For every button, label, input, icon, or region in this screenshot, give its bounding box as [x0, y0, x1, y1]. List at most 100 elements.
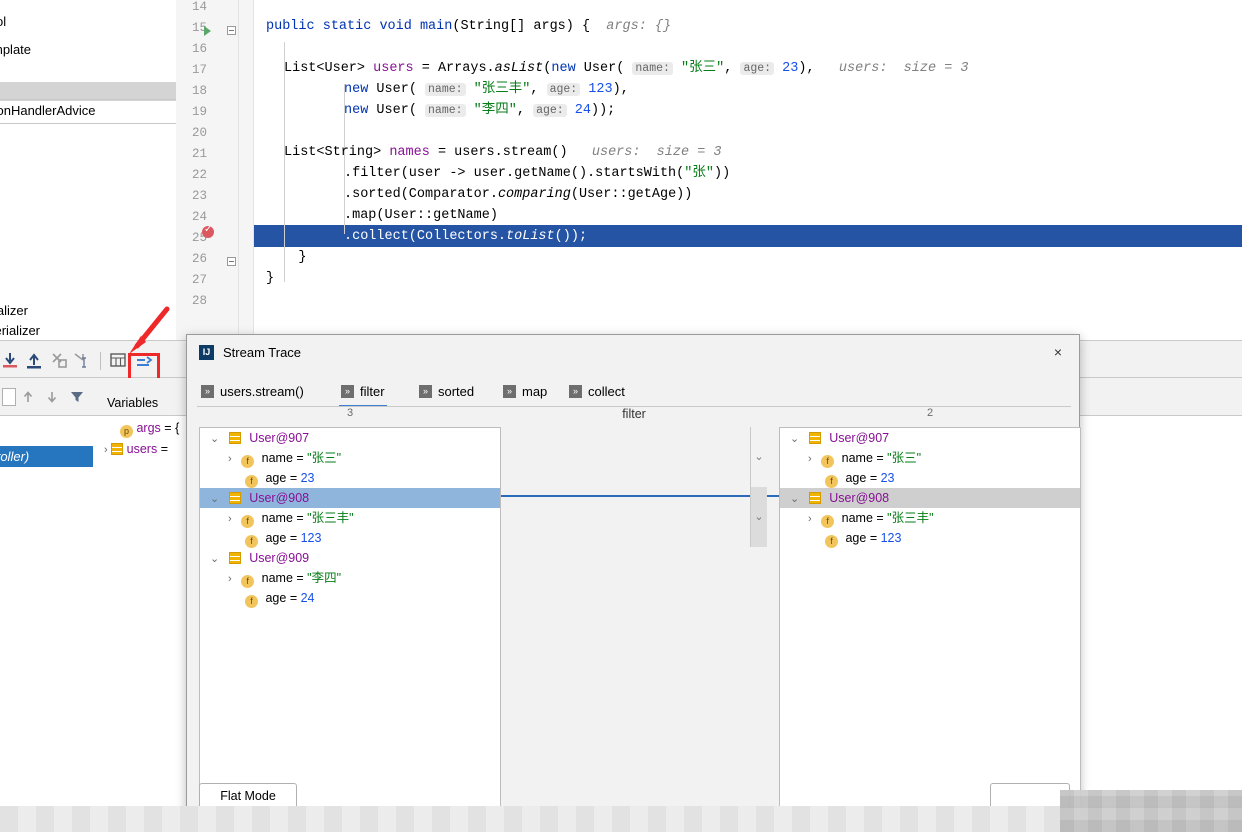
tree-label: age =	[265, 531, 300, 545]
redaction-overlay	[0, 806, 1242, 832]
list-icon	[809, 492, 821, 504]
line-number: 24	[167, 210, 207, 224]
line-number: 19	[167, 105, 207, 119]
stage-arrow-icon: »	[201, 385, 214, 398]
tab-users-stream[interactable]: » users.stream()	[199, 377, 306, 405]
variable-row-users[interactable]: › users =	[104, 442, 168, 456]
field-icon: f	[825, 475, 838, 488]
code-line-17: List<User> users = Arrays.asList(new Use…	[284, 58, 969, 79]
tab-label: users.stream()	[220, 384, 304, 399]
tree-row[interactable]: › f name = "张三"	[808, 448, 921, 468]
chevron-right-icon[interactable]: ›	[228, 513, 232, 525]
chevron-down-icon[interactable]: ⌄	[210, 553, 219, 565]
tree-row[interactable]: ⌄ User@909	[210, 548, 309, 568]
tree-row[interactable]: ⌄ User@907	[210, 428, 309, 448]
step-out-icon[interactable]	[24, 351, 44, 369]
sidebar-item-3[interactable]: ializer	[0, 303, 28, 318]
tree-row[interactable]: ⌄ User@908	[790, 488, 889, 508]
chevron-right-icon[interactable]: ›	[808, 453, 812, 465]
dialog-title: Stream Trace	[223, 345, 301, 360]
tree-label: age =	[265, 591, 300, 605]
toolbar-separator	[100, 352, 101, 370]
code-text-area[interactable]: public static void main(String[] args) {…	[254, 0, 1242, 340]
variables-title: Variables	[107, 396, 158, 410]
run-to-line-icon[interactable]	[204, 26, 211, 36]
line-number: 20	[167, 126, 207, 140]
tab-collect[interactable]: » collect	[567, 377, 627, 405]
move-down-icon[interactable]	[44, 389, 60, 405]
stream-trace-dialog[interactable]: IJ Stream Trace × » users.stream() » fil…	[186, 334, 1080, 821]
line-number: 23	[167, 189, 207, 203]
field-icon: f	[825, 535, 838, 548]
tree-value: "张三"	[887, 451, 921, 465]
right-count-label: 2	[779, 407, 1081, 427]
sidebar-divider-2	[0, 123, 176, 124]
close-icon[interactable]: ×	[1045, 340, 1071, 364]
line-number: 25	[167, 231, 207, 245]
before-values-tree[interactable]: ⌄ User@907 › f name = "张三" f age = 23 ⌄ …	[199, 427, 501, 809]
chevron-down-icon[interactable]: ⌄	[790, 493, 799, 505]
field-icon: f	[821, 455, 834, 468]
scroll-up-button[interactable]: ⌄	[750, 427, 767, 487]
tree-row[interactable]: › f name = "张三丰"	[808, 508, 934, 528]
tree-row[interactable]: ⌄ User@908	[210, 488, 309, 508]
tree-row[interactable]: › f name = "李四"	[228, 568, 341, 588]
tree-row[interactable]: f age = 123	[245, 528, 321, 548]
code-line-18: new User( name: "张三丰", age: 123),	[344, 79, 629, 100]
variable-row-args[interactable]: p args = {	[120, 421, 179, 438]
field-icon: f	[821, 515, 834, 528]
field-icon: f	[241, 575, 254, 588]
code-editor[interactable]: 14 15 16 17 18 19 20 21 22 23 24 25 26 2…	[176, 0, 1242, 340]
chevron-down-icon[interactable]: ⌄	[210, 433, 219, 445]
intellij-logo-icon: IJ	[199, 345, 214, 360]
chevron-right-icon[interactable]: ›	[104, 444, 108, 456]
code-fold-icon[interactable]	[227, 257, 236, 266]
tree-label: User@907	[249, 431, 309, 445]
tree-row[interactable]: › f name = "张三"	[228, 448, 341, 468]
variable-value: = {	[164, 421, 179, 435]
frame-list-selected-row[interactable]: roller)	[0, 446, 93, 467]
chevron-right-icon[interactable]: ›	[228, 453, 232, 465]
move-up-icon[interactable]	[20, 389, 36, 405]
breakpoint-icon[interactable]	[202, 226, 214, 238]
tree-row[interactable]: f age = 123	[825, 528, 901, 548]
tree-row[interactable]: f age = 23	[245, 468, 315, 488]
step-out-cursor-icon[interactable]	[72, 351, 92, 369]
tab-sorted[interactable]: » sorted	[417, 377, 476, 405]
sidebar-item-2[interactable]: tionHandlerAdvice	[0, 103, 96, 118]
editor-gutter[interactable]: 14 15 16 17 18 19 20 21 22 23 24 25 26 2…	[176, 0, 254, 340]
force-step-into-icon[interactable]	[48, 351, 68, 369]
line-number: 26	[167, 252, 207, 266]
chevron-down-icon[interactable]: ⌄	[210, 493, 219, 505]
tree-row[interactable]: f age = 24	[245, 588, 315, 608]
tree-label: age =	[265, 471, 300, 485]
tree-value: "李四"	[307, 571, 341, 585]
step-into-icon[interactable]	[0, 351, 20, 369]
sidebar-item-1[interactable]: mplate	[0, 42, 31, 57]
field-icon: f	[245, 595, 258, 608]
stage-tabs[interactable]: » users.stream() » filter » sorted » map…	[187, 377, 1081, 405]
tree-row[interactable]: f age = 23	[825, 468, 895, 488]
chevron-right-icon[interactable]: ›	[808, 513, 812, 525]
parameter-icon: p	[120, 425, 133, 438]
frames-dropdown[interactable]	[2, 388, 16, 406]
tab-label: collect	[588, 384, 625, 399]
code-fold-icon[interactable]	[227, 26, 236, 35]
chevron-right-icon[interactable]: ›	[228, 573, 232, 585]
tab-map[interactable]: » map	[501, 377, 549, 405]
stage-arrow-icon: »	[503, 385, 516, 398]
tree-row[interactable]: › f name = "张三丰"	[228, 508, 354, 528]
filter-icon[interactable]	[69, 389, 85, 405]
scroll-down-button[interactable]: ⌄	[750, 487, 767, 547]
chevron-down-icon[interactable]: ⌄	[790, 433, 799, 445]
tree-label: name =	[262, 451, 308, 465]
tree-label: User@908	[829, 491, 889, 505]
line-number: 22	[167, 168, 207, 182]
tree-value: "张三丰"	[887, 511, 933, 525]
sidebar-item-0[interactable]: ol	[0, 14, 6, 29]
tab-label: sorted	[438, 384, 474, 399]
after-values-tree[interactable]: ⌄ User@907 › f name = "张三" f age = 23 ⌄ …	[779, 427, 1081, 809]
tab-filter[interactable]: » filter	[339, 377, 387, 405]
sidebar-item-4[interactable]: serializer	[0, 323, 40, 338]
tree-row[interactable]: ⌄ User@907	[790, 428, 889, 448]
